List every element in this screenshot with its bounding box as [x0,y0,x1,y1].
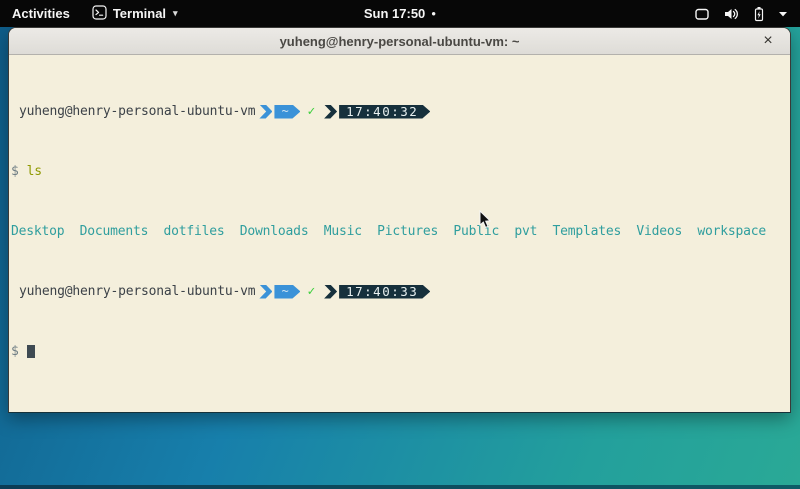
system-tray[interactable] [694,0,792,27]
powerline-time-segment: 17:40:32 [320,104,430,119]
prompt-cwd: ~ [281,284,288,299]
terminal-cursor [27,345,35,358]
prompt-line-1: yuheng@henry-personal-ubuntu-vm ~ ✓ 17:4… [11,104,788,119]
activities-label: Activities [12,6,70,21]
command-text: ls [27,164,42,179]
prompt-time: 17:40:33 [346,284,418,299]
powerline-time-segment: 17:40:33 [320,284,430,299]
powerline-chevron-icon [324,105,337,119]
status-check-icon: ✓ [307,284,315,299]
prompt-user: yuheng@henry-personal-ubuntu-vm [19,284,255,299]
app-menu-label: Terminal [113,6,166,21]
prompt-line-2: yuheng@henry-personal-ubuntu-vm ~ ✓ 17:4… [11,284,788,299]
ls-output: Desktop Documents dotfiles Downloads Mus… [11,224,788,239]
powerline-chevron-icon [324,285,337,299]
powerline-path-segment: ~ [255,104,300,119]
display-icon [694,6,710,22]
volume-icon [723,6,740,22]
command-line-1: $ ls [11,164,788,179]
command-line-2: $ [11,344,788,359]
clock-button[interactable]: Sun 17:50 ● [364,0,436,27]
desktop: Activities Terminal ▾ Sun 17:50 ● [0,0,800,489]
prompt-cwd: ~ [281,104,288,119]
chevron-down-icon: ▾ [173,8,178,19]
terminal-app-icon [92,5,107,23]
prompt-time: 17:40:32 [346,104,418,119]
close-button[interactable]: × [758,31,778,51]
notification-dot: ● [431,0,436,27]
tray-chevron-down-icon [778,11,788,17]
window-title: yuheng@henry-personal-ubuntu-vm: ~ [280,34,520,49]
powerline-chevron-icon [259,285,272,299]
app-menu-terminal[interactable]: Terminal ▾ [82,0,188,27]
terminal-window: yuheng@henry-personal-ubuntu-vm: ~ × yuh… [8,27,791,413]
top-bar: Activities Terminal ▾ Sun 17:50 ● [0,0,800,27]
titlebar[interactable]: yuheng@henry-personal-ubuntu-vm: ~ × [9,28,790,55]
powerline-path-segment: ~ [255,284,300,299]
status-check-icon: ✓ [307,104,315,119]
prompt-symbol: $ [11,164,19,179]
prompt-symbol: $ [11,344,19,359]
prompt-user: yuheng@henry-personal-ubuntu-vm [19,104,255,119]
wallpaper-bottom-strip [0,485,800,489]
powerline-chevron-icon [259,105,272,119]
clock-label: Sun 17:50 [364,6,425,21]
activities-button[interactable]: Activities [0,0,82,27]
terminal-screen[interactable]: yuheng@henry-personal-ubuntu-vm ~ ✓ 17:4… [9,55,790,413]
battery-charging-icon [753,6,765,22]
